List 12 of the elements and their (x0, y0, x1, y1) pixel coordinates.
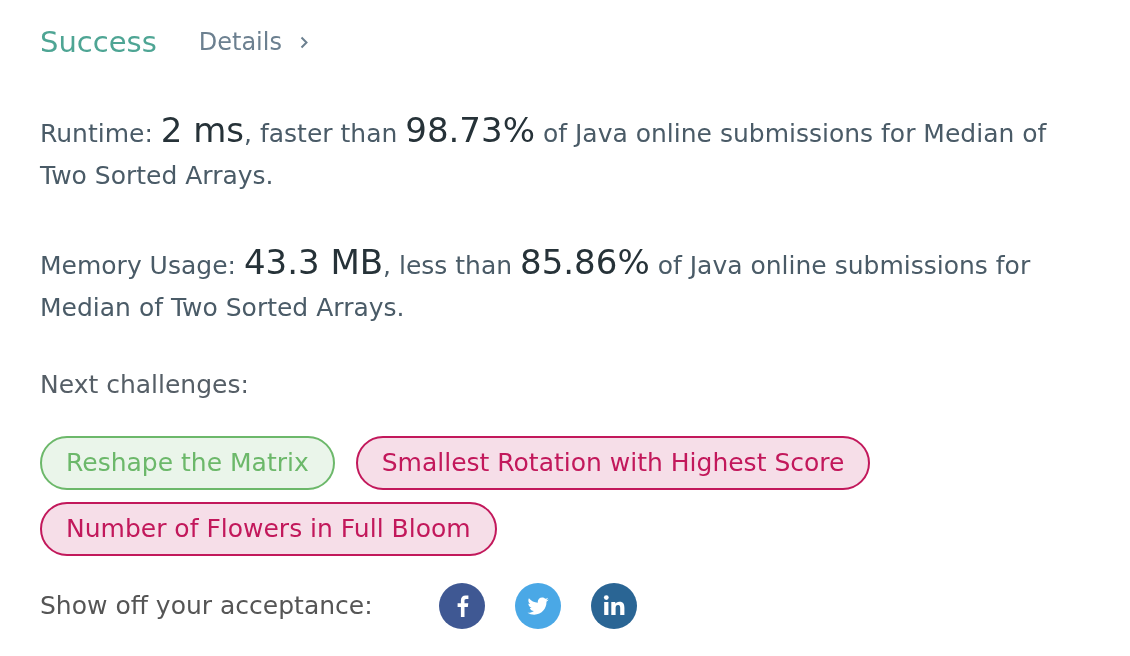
status-title: Success (40, 24, 157, 60)
stat-sentence: Memory Usage: 43.3 MB, less than 85.86% of Java online submissions for Median of Two Sorted Arrays. (40, 241, 1032, 324)
challenge-link[interactable]: Smallest Rotation with Highest Score (355, 436, 871, 490)
linkedin-icon[interactable] (590, 583, 637, 629)
chevron-right-icon (299, 35, 308, 49)
facebook-icon[interactable] (438, 583, 485, 629)
section-heading: Next challenges: (40, 369, 250, 401)
share-label: Show off your acceptance: (40, 591, 373, 621)
challenge-link[interactable]: Number of Flowers in Full Bloom (40, 502, 497, 556)
stat-sentence: Runtime: 2 ms, faster than 98.73% of Java online submissions for Median of Two Sorted Arrays. (40, 109, 1048, 192)
twitter-bird-icon[interactable] (514, 583, 561, 629)
details-link[interactable]: Details (198, 27, 308, 57)
